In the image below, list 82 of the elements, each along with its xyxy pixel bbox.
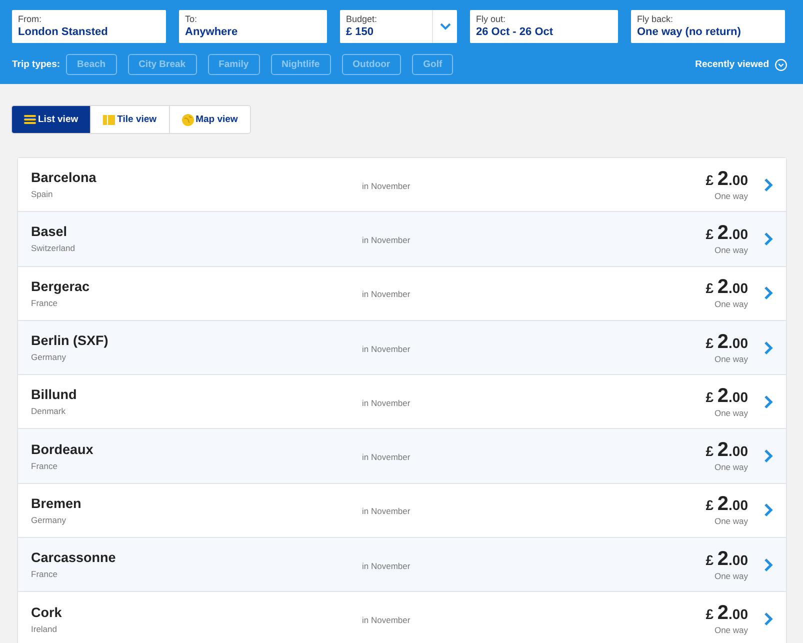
price-text: £ 2.00 bbox=[706, 222, 748, 245]
field-value: 26 Oct - 26 Oct bbox=[476, 25, 554, 39]
travel-month: in November bbox=[362, 180, 410, 191]
list-icon bbox=[24, 115, 36, 124]
city-name: Bergerac bbox=[31, 278, 91, 295]
input-field[interactable]: Fly back: One way (no return) bbox=[631, 10, 785, 43]
travel-month: in November bbox=[362, 234, 410, 245]
country-name: Switzerland bbox=[31, 243, 76, 254]
field-value: Anywhere bbox=[185, 25, 239, 39]
country-name: France bbox=[31, 569, 58, 580]
field-label: To: bbox=[185, 14, 198, 25]
fare-type: One way bbox=[714, 190, 748, 201]
chevron-right-icon[interactable] bbox=[764, 232, 773, 246]
trip-types-label: Trip types: bbox=[12, 59, 60, 70]
country-name: France bbox=[31, 298, 58, 308]
city-name: Berlin (SXF) bbox=[31, 333, 110, 350]
destination-row[interactable]: Carcassonne France in November £ 2.00 One way bbox=[18, 538, 786, 592]
view-tab[interactable]: List view bbox=[12, 106, 92, 133]
fare-type: One way bbox=[714, 516, 748, 526]
field-label: Fly back: bbox=[637, 14, 674, 25]
travel-month: in November bbox=[362, 506, 410, 516]
fare-type: One way bbox=[714, 408, 748, 418]
travel-month: in November bbox=[362, 560, 410, 571]
dropdown-field[interactable]: Budget: £ 150 bbox=[340, 10, 457, 43]
price-text: £ 2.00 bbox=[706, 386, 748, 408]
city-name: Billund bbox=[31, 387, 78, 404]
fare-type: One way bbox=[714, 299, 748, 310]
price-text: £ 2.00 bbox=[706, 494, 748, 516]
chevron-right-icon[interactable] bbox=[764, 503, 773, 518]
price-text: £ 2.00 bbox=[706, 168, 748, 191]
country-name: Germany bbox=[31, 514, 67, 525]
travel-month: in November bbox=[362, 615, 410, 626]
travel-month: in November bbox=[362, 344, 410, 354]
price-text: £ 2.00 bbox=[706, 277, 748, 300]
chevron-right-icon[interactable] bbox=[764, 178, 773, 192]
field-value: £ 150 bbox=[346, 25, 375, 39]
input-field[interactable]: To: Anywhere bbox=[179, 10, 327, 43]
globe-icon bbox=[182, 114, 194, 126]
country-name: Spain bbox=[31, 189, 54, 200]
country-name: Denmark bbox=[31, 406, 66, 416]
chevron-circle-icon bbox=[775, 58, 787, 70]
city-name: Carcassonne bbox=[31, 550, 117, 566]
price-text: £ 2.00 bbox=[706, 440, 748, 462]
chevron-right-icon[interactable] bbox=[764, 612, 773, 626]
travel-month: in November bbox=[362, 452, 410, 462]
chevron-right-icon[interactable] bbox=[764, 340, 773, 355]
travel-month: in November bbox=[362, 289, 410, 300]
fare-type: One way bbox=[714, 244, 748, 255]
city-name: Basel bbox=[31, 224, 68, 240]
fare-type: One way bbox=[714, 462, 748, 472]
chevron-right-icon[interactable] bbox=[764, 394, 773, 409]
fare-type: One way bbox=[714, 570, 748, 581]
field-label: From: bbox=[18, 14, 42, 25]
city-name: Bordeaux bbox=[31, 442, 94, 458]
field-label: Fly out: bbox=[476, 14, 507, 25]
travel-month: in November bbox=[362, 398, 410, 408]
field-value: London Stansted bbox=[18, 25, 109, 39]
input-field[interactable]: From: London Stansted bbox=[12, 10, 166, 43]
price-text: £ 2.00 bbox=[706, 548, 748, 571]
price-text: £ 2.00 bbox=[706, 603, 748, 626]
country-name: France bbox=[31, 460, 58, 471]
destination-row[interactable]: Berlin (SXF) Germany in November £ 2.00 One way bbox=[18, 320, 786, 376]
city-name: Cork bbox=[31, 604, 63, 621]
destination-row[interactable]: Basel Switzerland in November £ 2.00 One way bbox=[18, 212, 786, 267]
country-name: Ireland bbox=[31, 624, 58, 634]
destination-row[interactable]: Bordeaux France in November £ 2.00 One way bbox=[18, 429, 786, 484]
caret-icon[interactable] bbox=[440, 23, 450, 30]
input-field[interactable]: Fly out: 26 Oct - 26 Oct bbox=[470, 10, 618, 43]
destination-row[interactable]: Bergerac France in November £ 2.00 One way bbox=[18, 266, 786, 321]
destination-row[interactable]: Barcelona Spain in November £ 2.00 One way bbox=[18, 158, 786, 212]
field-value: One way (no return) bbox=[637, 25, 742, 39]
fare-type: One way bbox=[714, 625, 748, 636]
field-label: Budget: bbox=[346, 14, 378, 25]
price-text: £ 2.00 bbox=[706, 332, 748, 354]
country-name: Germany bbox=[31, 352, 67, 362]
tile-icon bbox=[103, 114, 116, 124]
city-name: Barcelona bbox=[31, 170, 98, 186]
chevron-right-icon[interactable] bbox=[764, 558, 773, 572]
city-name: Bremen bbox=[31, 496, 82, 512]
chevron-right-icon[interactable] bbox=[764, 449, 773, 464]
chevron-right-icon[interactable] bbox=[764, 286, 773, 300]
fare-type: One way bbox=[714, 354, 748, 364]
